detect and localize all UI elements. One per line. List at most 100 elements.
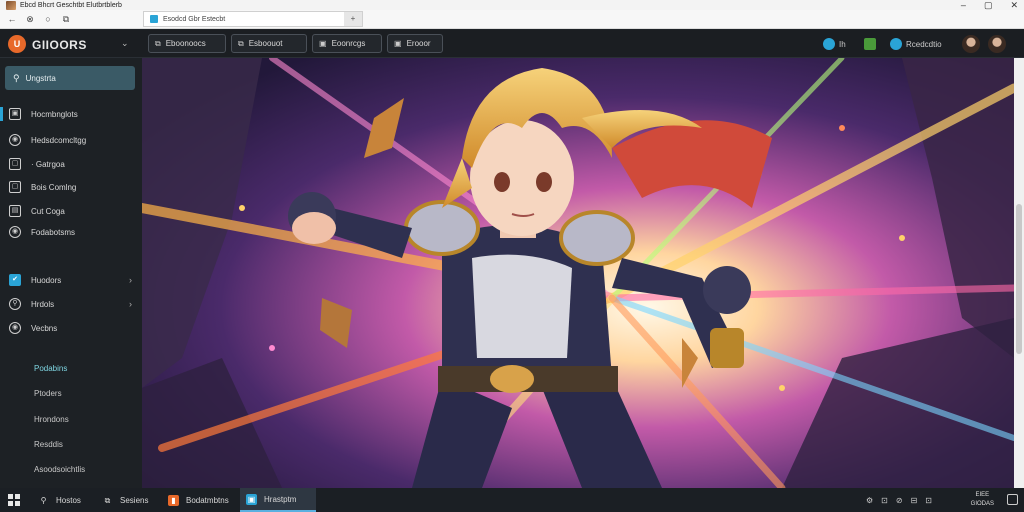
window-title: Ebcd Bhcrt Geschtbt Elutbrtblerb: [20, 1, 122, 9]
chevron-right-icon: ›: [129, 299, 132, 309]
avatar[interactable]: [962, 35, 980, 53]
sidebar-item-label: Vecbns: [31, 323, 58, 333]
sidebar-item-2[interactable]: ◉ Hedsdcomcltgg: [0, 130, 142, 150]
sidebar-item-3[interactable]: ▢ · Gatrgoa: [0, 154, 142, 174]
circle-icon: ◉: [9, 226, 21, 238]
window-controls: – ▢ ✕: [961, 0, 1018, 10]
check-icon: ✔: [9, 274, 21, 286]
avatar[interactable]: [988, 35, 1006, 53]
settings-icon[interactable]: ⚙: [866, 496, 873, 505]
status-dot-icon: [890, 38, 902, 50]
sidebar-item-8[interactable]: ⚲ Hrdols ›: [0, 294, 142, 314]
search-icon: ⚲: [40, 495, 47, 505]
taskbar-item-search[interactable]: ⚲ Hostos: [32, 488, 87, 512]
sidebar-item-label: · Gatrgoa: [31, 159, 65, 169]
sidebar-item-5[interactable]: ▤ Cut Coga: [0, 201, 142, 221]
sidebar-item-label: Huodors: [31, 275, 62, 285]
system-tray: ⚙ ⊡ ⊘ ⊟ ⊡: [866, 488, 932, 512]
tabs-icon[interactable]: ⧉: [60, 14, 72, 25]
system-clock[interactable]: EIEE GIODAS: [971, 491, 994, 509]
browser-tab[interactable]: Esodcd Gbr Estecbt +: [143, 11, 363, 27]
sidebar-item-7[interactable]: ✔ Huodors ›: [0, 270, 142, 290]
taskbar-item-app[interactable]: ▮ Bodatmbtns: [162, 488, 235, 512]
taskbar-item-label: Bodatmbtns: [186, 495, 229, 505]
status-label: Rcedcdtio: [906, 39, 942, 49]
maximize-icon[interactable]: ▢: [984, 0, 993, 11]
toolbar-button-label: Esboouot: [248, 39, 283, 48]
taskbar-item-sessions[interactable]: ⧉ Sesiens: [96, 488, 154, 512]
circle-icon: ◉: [9, 322, 21, 334]
vertical-scrollbar[interactable]: [1014, 58, 1024, 488]
app-brand-name: GIIOORS: [32, 38, 87, 52]
main-image-viewer[interactable]: [142, 58, 1014, 488]
pin-icon: ⚲: [9, 298, 21, 310]
image-icon: ▣: [9, 108, 21, 120]
toolbar-button-2[interactable]: ⧉ Esboouot: [231, 34, 307, 53]
status-indicator-1[interactable]: Ih: [823, 37, 846, 51]
sidebar-subitem[interactable]: Resddis: [34, 440, 63, 449]
status-indicator-3[interactable]: Rcedcdtio: [890, 37, 942, 51]
anime-hero-artwork: [142, 58, 1014, 488]
chevron-right-icon: ›: [129, 275, 132, 285]
clock-time: EIEE: [975, 492, 990, 498]
status-label: Ih: [839, 39, 846, 49]
toolbar-button-label: Eboonoocs: [165, 39, 206, 48]
clock-date: GIODAS: [970, 501, 994, 507]
minimize-icon[interactable]: –: [961, 0, 966, 10]
toolbar-button-label: Erooor: [406, 39, 431, 48]
windows-start-icon[interactable]: [8, 494, 20, 506]
window-icon: ⧉: [155, 38, 161, 48]
sidebar-item-label: Hrdols: [31, 299, 55, 309]
toolbar-button-4[interactable]: ▣ Erooor: [387, 34, 443, 53]
sidebar-item-label: Fodabotsms: [31, 227, 76, 237]
app-logo-icon[interactable]: U: [8, 35, 26, 53]
search-icon: ⚲: [13, 72, 20, 83]
toolbar-button-1[interactable]: ⧉ Eboonoocs: [148, 34, 226, 53]
notification-icon[interactable]: [1007, 494, 1018, 505]
scrollbar-thumb[interactable]: [1016, 204, 1022, 354]
sidebar-item-1[interactable]: ▣ Hocmbnglots: [0, 104, 142, 124]
stop-icon[interactable]: ⊗: [24, 14, 36, 25]
tray-icon[interactable]: ⊘: [896, 496, 903, 505]
taskbar-item-browser[interactable]: ▣ Hrastptm: [240, 488, 316, 512]
taskbar: ⚲ Hostos ⧉ Sesiens ▮ Bodatmbtns ▣ Hrastp…: [0, 488, 1024, 512]
toolbar-button-label: Eoonrcgs: [331, 39, 366, 48]
back-icon[interactable]: ←: [6, 14, 18, 24]
sidebar-item-4[interactable]: ▢ Bois Comlng: [0, 177, 142, 197]
taskbar-item-label: Hostos: [56, 495, 81, 505]
app-icon: ▮: [168, 494, 179, 506]
search-field[interactable]: ⚲ Ungstrta: [5, 66, 135, 90]
tray-icon[interactable]: ⊡: [925, 496, 932, 505]
circle-icon: ◉: [9, 134, 21, 146]
sidebar-subitem[interactable]: Asoodsoichtlis: [34, 465, 85, 474]
tray-icon[interactable]: ⊡: [881, 496, 888, 505]
search-field-label: Ungstrta: [25, 73, 56, 83]
window-icon: ⧉: [238, 38, 244, 48]
window-icon: ⧉: [104, 495, 111, 505]
tab-label: Esodcd Gbr Estecbt: [163, 15, 226, 23]
status-dot-icon: [823, 38, 835, 50]
sidebar-subitem[interactable]: Ptoders: [34, 389, 62, 398]
sidebar-subitem[interactable]: Podabins: [34, 364, 67, 373]
browser-icon: ▣: [246, 493, 257, 505]
sidebar-item-label: Hocmbnglots: [31, 109, 78, 119]
status-indicator-2[interactable]: [864, 37, 880, 51]
reload-icon[interactable]: ○: [42, 14, 54, 24]
sidebar-item-9[interactable]: ◉ Vecbns: [0, 318, 142, 338]
new-tab-button[interactable]: +: [344, 12, 362, 26]
chevron-down-icon[interactable]: ⌄: [121, 38, 129, 49]
sidebar-item-label: Bois Comlng: [31, 182, 77, 192]
sidebar-subitem[interactable]: Hrondons: [34, 415, 69, 424]
tab-favicon-icon: [150, 15, 158, 23]
toolbar-button-3[interactable]: ▣ Eoonrcgs: [312, 34, 382, 53]
frame-icon: ▣: [394, 39, 402, 48]
app-favicon-icon: [6, 0, 16, 10]
app-header: U GIIOORS ⌄ ⧉ Eboonoocs ⧉ Esboouot ▣ Eoo…: [0, 30, 1024, 58]
frame-icon: ▣: [319, 39, 327, 48]
taskbar-item-label: Hrastptm: [264, 494, 297, 504]
taskbar-item-label: Sesiens: [120, 495, 149, 505]
tray-icon[interactable]: ⊟: [911, 496, 918, 505]
sidebar-item-6[interactable]: ◉ Fodabotsms: [0, 222, 142, 242]
sidebar-item-label: Cut Coga: [31, 206, 65, 216]
close-icon[interactable]: ✕: [1010, 0, 1018, 11]
